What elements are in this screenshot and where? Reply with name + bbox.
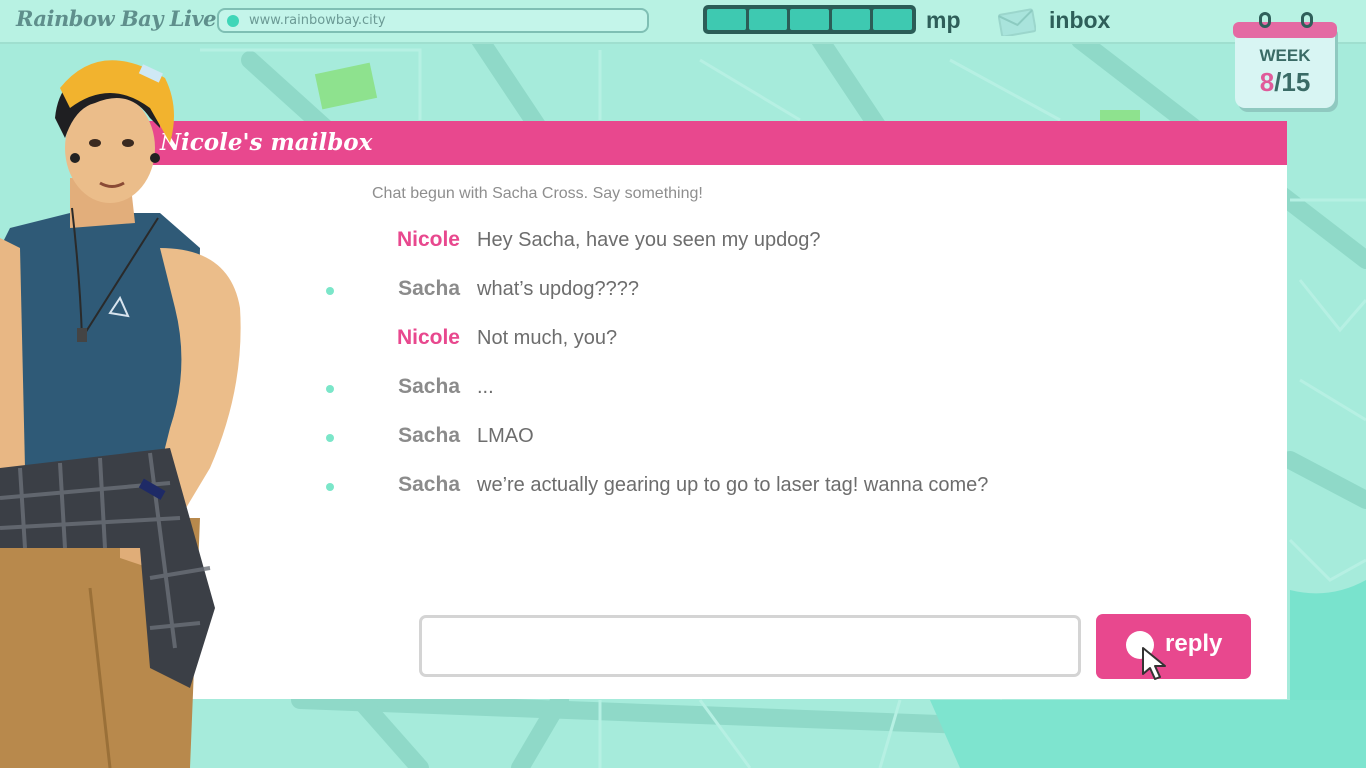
mp-segment [790, 9, 829, 30]
message-sender: Nicole [396, 228, 460, 251]
message-text: Hey Sacha, have you seen my updog? [477, 229, 821, 251]
week-counter: 8/15 [1229, 67, 1341, 98]
calendar-ring [1259, 12, 1271, 28]
mp-segment [873, 9, 912, 30]
calendar-icon: WEEK 8/15 [1229, 12, 1341, 110]
app-title: Rainbow Bay Live [16, 6, 217, 31]
message-text: LMAO [477, 425, 534, 447]
mp-meter [703, 5, 916, 34]
unread-dot-icon [326, 434, 334, 442]
reply-label: reply [1165, 630, 1223, 657]
message-sender: Sacha [398, 375, 460, 398]
status-dot-icon [227, 15, 239, 27]
current-week: 8 [1259, 67, 1275, 97]
week-label: WEEK [1259, 46, 1311, 65]
mailbox-header: Nicole's mailbox [80, 121, 1287, 165]
reply-input[interactable] [419, 615, 1081, 677]
message-sender: Sacha [398, 473, 460, 496]
message-sender: Nicole [396, 326, 460, 349]
total-weeks: /15 [1274, 67, 1311, 97]
message-text: ... [477, 376, 494, 398]
mp-label: mp [926, 7, 961, 33]
unread-dot-icon [326, 483, 334, 491]
message-text: what’s updog???? [477, 278, 639, 300]
message-sender: Sacha [398, 277, 460, 300]
message-text: Not much, you? [477, 327, 618, 349]
reply-button[interactable]: reply [1096, 614, 1251, 680]
top-bar: Rainbow Bay Live www.rainbowbay.city mp … [0, 0, 1366, 44]
mp-segment [748, 9, 788, 30]
message-text: we’re actually gearing up to go to laser… [477, 474, 989, 496]
message-sender: Sacha [398, 424, 460, 447]
calendar-header [1233, 22, 1337, 38]
unread-dot-icon [326, 385, 334, 393]
mp-segment [831, 9, 871, 30]
inbox-label[interactable]: inbox [1049, 7, 1110, 34]
calendar-ring [1301, 12, 1313, 28]
mailbox-window: Nicole's mailbox Chat begun with Sacha C… [80, 121, 1287, 699]
envelope-icon[interactable] [998, 8, 1036, 36]
url-text: www.rainbowbay.city [249, 13, 386, 28]
chat-intro: Chat begun with Sacha Cross. Say somethi… [372, 185, 703, 202]
unread-dot-icon [326, 287, 334, 295]
url-bar[interactable]: www.rainbowbay.city [217, 8, 649, 33]
mouse-pointer-icon [1142, 647, 1166, 680]
mp-segment [707, 9, 746, 30]
character-portrait [0, 60, 241, 768]
